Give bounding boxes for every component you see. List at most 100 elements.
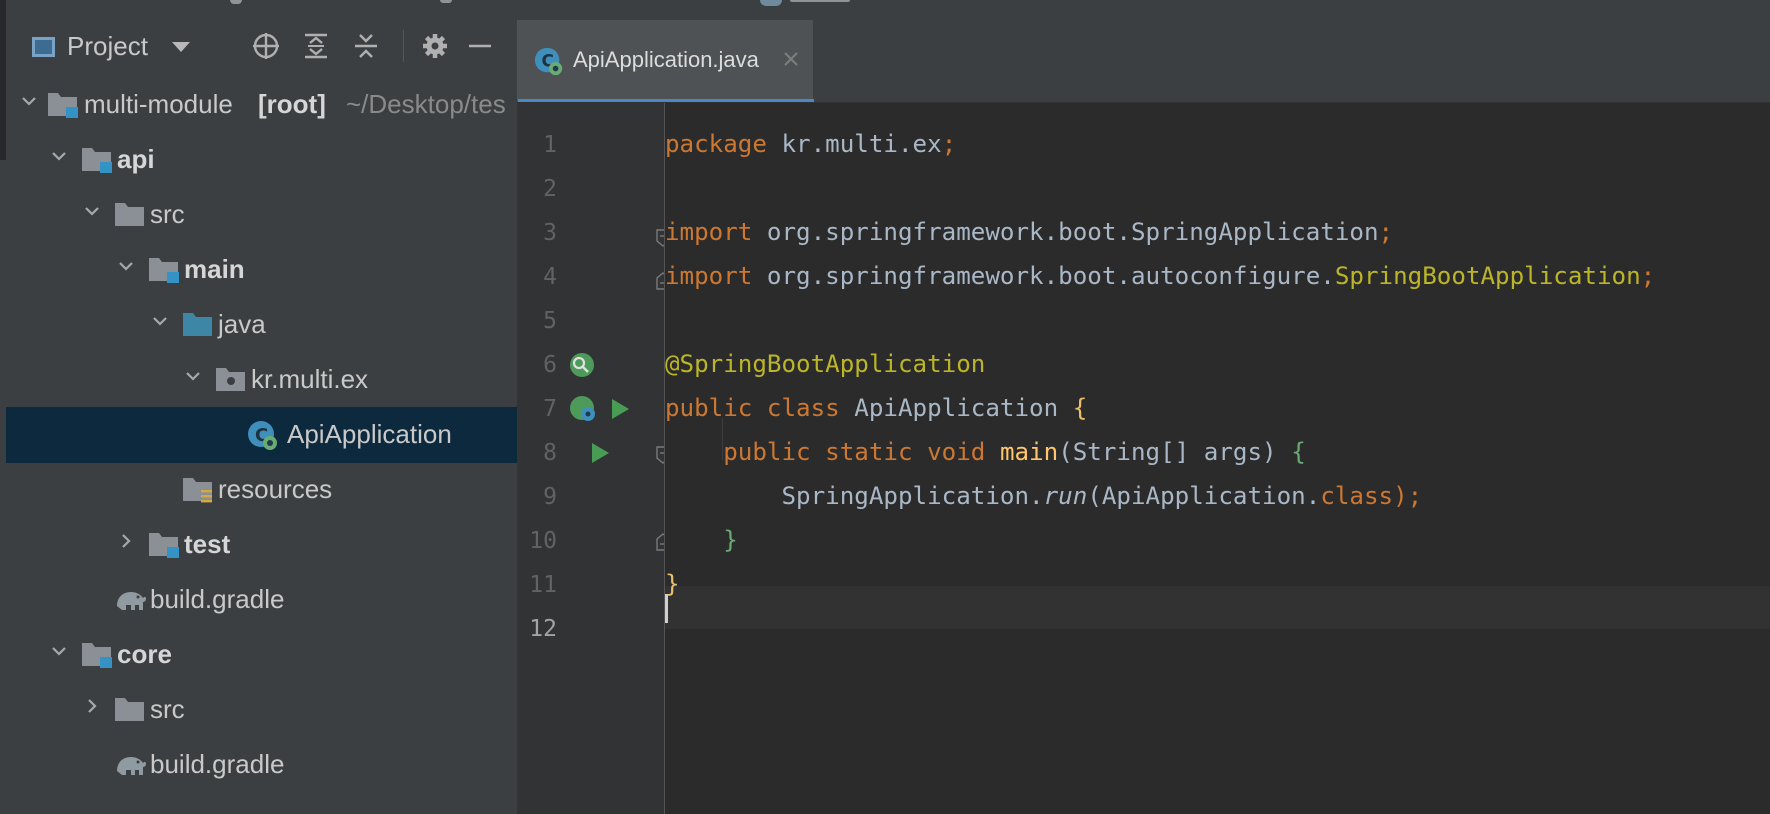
chevron-down-icon <box>85 207 99 216</box>
code-token: { <box>1291 438 1306 466</box>
tree-item-build-gradle[interactable]: build.gradle <box>6 572 517 628</box>
hide-panel-button[interactable] <box>465 31 495 61</box>
code-token: { <box>1072 394 1088 422</box>
settings-button[interactable] <box>420 31 450 61</box>
line-number: 9 <box>543 484 557 510</box>
tree-item-label: multi-module <box>84 89 233 119</box>
resources-folder-icon <box>183 478 212 503</box>
tab-label: ApiApplication.java <box>573 47 759 72</box>
code-editor[interactable]: package kr.multi.ex; import org.springfr… <box>665 103 1770 814</box>
collapse-all-button[interactable] <box>351 31 381 61</box>
tab-apiapplication-java[interactable]: C ApiApplication.java <box>517 20 814 103</box>
project-panel: Project multi-module [root] ~/Desktop/te… <box>6 20 517 814</box>
source-folder-icon <box>183 313 212 336</box>
code-token: SpringApplication. <box>781 482 1044 510</box>
line-number: 2 <box>543 176 557 202</box>
code-token: ; <box>1640 262 1656 290</box>
gradle-elephant-icon <box>117 592 146 610</box>
chevron-down-icon <box>52 152 66 161</box>
project-window-icon <box>32 37 55 57</box>
tree-item-java[interactable]: java <box>6 297 517 353</box>
code-line-3: import org.springframework.boot.SpringAp… <box>665 218 1393 246</box>
close-icon[interactable] <box>780 48 802 70</box>
line-number: 5 <box>543 308 557 334</box>
tree-item-core-build-gradle[interactable]: build.gradle <box>6 737 517 793</box>
code-token: ApiApplication <box>839 394 1073 422</box>
source-set-folder-icon <box>149 258 179 283</box>
spring-boot-app-icon[interactable] <box>567 393 599 425</box>
code-token: kr.multi.ex <box>766 130 942 158</box>
tree-item-label: core <box>117 639 172 669</box>
code-token: (String[] args) <box>1058 438 1292 466</box>
chevron-down-icon <box>22 97 36 106</box>
editor: C ApiApplication.java 1 2 3 4 5 6 7 8 9 … <box>517 20 1770 814</box>
run-icon[interactable] <box>609 397 631 421</box>
tree-item-apiapplication[interactable]: C ApiApplication <box>6 407 517 463</box>
project-panel-title: Project <box>67 30 148 61</box>
code-line-9: SpringApplication.run(ApiApplication.cla… <box>665 482 1423 510</box>
tree-item-src[interactable]: src <box>6 187 517 243</box>
code-token: package <box>665 130 767 158</box>
spring-bean-search-icon[interactable] <box>567 350 597 380</box>
tree-item-package[interactable]: kr.multi.ex <box>6 352 517 408</box>
window-top-strip <box>0 0 1770 20</box>
code-line-7: public class ApiApplication { <box>665 394 1087 422</box>
locate-file-button[interactable] <box>251 31 281 61</box>
package-icon <box>216 368 245 391</box>
tree-item-label: build.gradle <box>150 749 285 779</box>
code-line-10: } <box>665 526 738 554</box>
editor-tab-bar: C ApiApplication.java <box>517 20 1770 103</box>
tree-item-label: build.gradle <box>150 584 285 614</box>
code-token: SpringBootApplication <box>1334 262 1641 290</box>
chevron-right-icon <box>88 699 97 713</box>
tree-item-multi-module[interactable]: multi-module [root] ~/Desktop/tes <box>6 77 517 133</box>
chevron-down-icon <box>52 647 66 656</box>
tree-item-core[interactable]: core <box>6 627 517 683</box>
line-number: 10 <box>529 528 557 554</box>
text-cursor <box>665 594 668 623</box>
minimize-icon <box>469 44 491 48</box>
root-badge: [root] <box>258 89 326 119</box>
spring-class-icon: C <box>248 421 277 450</box>
module-folder-icon <box>82 148 112 173</box>
expand-all-button[interactable] <box>301 31 331 61</box>
tree-item-label: src <box>150 694 185 724</box>
line-number: 1 <box>543 132 557 158</box>
module-folder-icon <box>82 643 112 668</box>
code-token: org.springframework.boot.autoconfigure. <box>752 262 1335 290</box>
code-line-6: @SpringBootApplication <box>665 350 985 378</box>
chevron-down-icon <box>153 317 167 326</box>
tree-item-main[interactable]: main <box>6 242 517 298</box>
chevron-down-icon <box>186 372 200 381</box>
editor-gutter: 1 2 3 4 5 6 7 8 9 10 11 12 <box>517 103 670 814</box>
code-token: } <box>723 526 738 554</box>
code-token: @SpringBootApplication <box>665 350 986 378</box>
project-toolbar: Project <box>6 20 517 73</box>
chevron-right-icon <box>122 534 131 548</box>
tree-item-test[interactable]: test <box>6 517 517 573</box>
run-icon[interactable] <box>589 441 611 465</box>
tree-item-api[interactable]: api <box>6 132 517 188</box>
code-line-8: public static void main(String[] args) { <box>665 438 1306 466</box>
code-token: ; <box>1378 218 1394 246</box>
tree-item-label: api <box>117 144 155 174</box>
line-number: 11 <box>529 572 557 598</box>
code-token: public static void <box>723 438 986 466</box>
code-token: (ApiApplication. <box>1087 482 1321 510</box>
project-view-selector[interactable]: Project <box>32 30 190 62</box>
tree-item-core-src[interactable]: src <box>6 682 517 738</box>
line-number: 4 <box>543 264 557 290</box>
code-token: run <box>1043 482 1088 510</box>
gear-icon <box>423 34 447 58</box>
line-number: 8 <box>543 440 557 466</box>
current-line-highlight <box>665 586 1770 629</box>
chevron-down-icon <box>119 262 133 271</box>
folder-icon <box>115 698 144 721</box>
tree-item-label: src <box>150 199 185 229</box>
tree-item-label: java <box>218 309 266 339</box>
code-line-1: package kr.multi.ex; <box>665 130 956 158</box>
tree-item-resources[interactable]: resources <box>6 462 517 518</box>
